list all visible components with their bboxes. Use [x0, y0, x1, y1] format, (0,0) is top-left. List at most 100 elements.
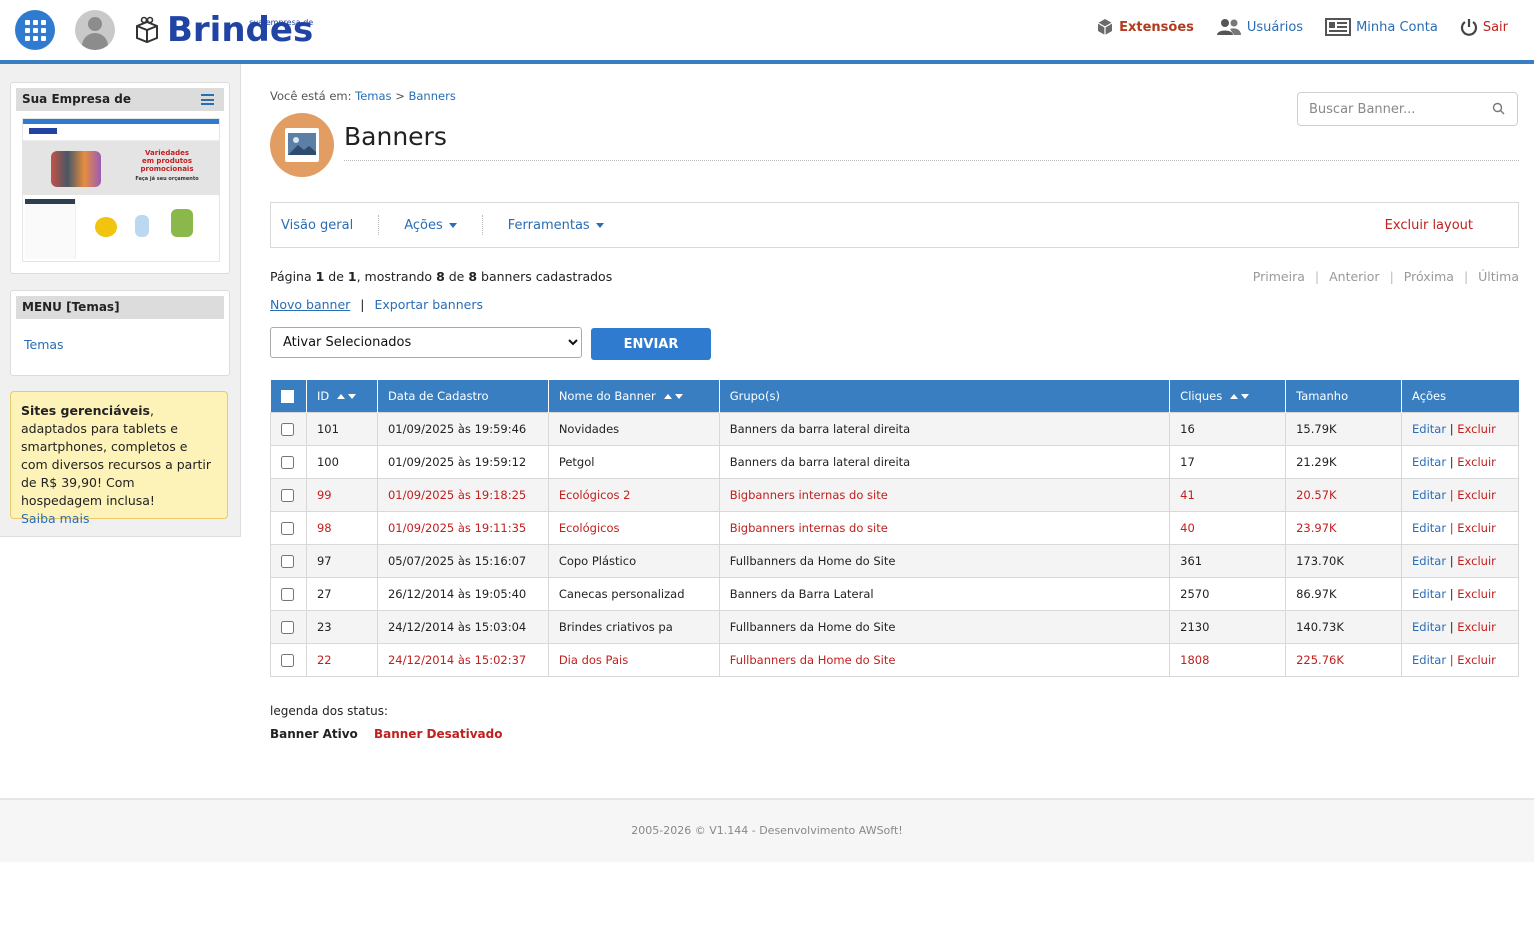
- delete-link[interactable]: Excluir: [1457, 488, 1496, 502]
- site-panel-header: Sua Empresa de: [16, 88, 224, 111]
- brand-tagline: sua empresa de: [249, 18, 314, 27]
- tab-overview[interactable]: Visão geral: [271, 218, 363, 233]
- nav-users[interactable]: Usuários: [1216, 18, 1303, 36]
- new-banner-link[interactable]: Novo banner: [270, 297, 350, 312]
- export-banners-link[interactable]: Exportar banners: [375, 297, 483, 312]
- cell-id: 99: [305, 477, 378, 512]
- cell-size: 20.57K: [1285, 477, 1403, 512]
- table-row: 100 01/09/2025 às 19:59:12 Petgol Banners d…: [270, 444, 1519, 479]
- send-button[interactable]: ENVIAR: [591, 328, 711, 360]
- legend-inactive: Banner Desativado: [373, 727, 503, 741]
- sort-icon[interactable]: [663, 393, 683, 399]
- delete-link[interactable]: Excluir: [1457, 587, 1496, 601]
- row-checkbox[interactable]: [281, 422, 294, 436]
- row-checkbox[interactable]: [281, 587, 294, 601]
- row-checkbox-cell: [270, 411, 307, 446]
- cell-date: 24/12/2014 às 15:03:04: [376, 609, 549, 644]
- select-all-checkbox[interactable]: [280, 389, 294, 403]
- search-input[interactable]: [1307, 93, 1491, 125]
- row-checkbox[interactable]: [281, 653, 294, 667]
- cell-name: Brindes criativos pa: [547, 609, 720, 644]
- row-checkbox-cell: [270, 510, 307, 545]
- delete-link[interactable]: Excluir: [1457, 455, 1496, 469]
- nav-logout[interactable]: Sair: [1460, 18, 1508, 36]
- sort-icon[interactable]: [1230, 393, 1250, 399]
- search-icon[interactable]: [1492, 102, 1505, 115]
- cell-group: Bigbanners internas do site: [718, 477, 1171, 512]
- edit-link[interactable]: Editar: [1412, 488, 1446, 502]
- bulk-action-select[interactable]: Ativar Selecionados: [270, 327, 582, 358]
- column-name[interactable]: Nome do Banner: [548, 380, 720, 412]
- banners-table: ID Data de Cadastro Nome do Banner Grupo…: [270, 380, 1519, 677]
- edit-link[interactable]: Editar: [1412, 587, 1446, 601]
- pager-last[interactable]: Última: [1478, 269, 1519, 284]
- theme-menu-panel: MENU [Temas] Temas: [10, 290, 230, 376]
- cell-id: 22: [305, 642, 378, 677]
- cell-name: Ecológicos: [547, 510, 720, 545]
- edit-link[interactable]: Editar: [1412, 620, 1446, 634]
- column-date: Data de Cadastro: [377, 380, 549, 412]
- cell-id: 97: [305, 543, 378, 578]
- delete-layout-button[interactable]: Excluir layout: [1375, 218, 1483, 233]
- select-all-header[interactable]: [270, 380, 307, 412]
- apps-grid-button[interactable]: [15, 10, 55, 50]
- caret-down-icon: [595, 222, 604, 228]
- edit-link[interactable]: Editar: [1412, 422, 1446, 436]
- logo[interactable]: Brindes sua empresa de: [133, 10, 313, 50]
- delete-link[interactable]: Excluir: [1457, 521, 1496, 535]
- edit-link[interactable]: Editar: [1412, 521, 1446, 535]
- cell-group: Fullbanners da Home do Site: [718, 642, 1171, 677]
- delete-link[interactable]: Excluir: [1457, 620, 1496, 634]
- cell-date: 01/09/2025 às 19:18:25: [376, 477, 549, 512]
- delete-link[interactable]: Excluir: [1457, 422, 1496, 436]
- cell-actions: Editar | Excluir: [1401, 576, 1519, 611]
- edit-link[interactable]: Editar: [1412, 653, 1446, 667]
- table-row: 101 01/09/2025 às 19:59:46 Novidades Banner…: [270, 411, 1519, 446]
- breadcrumb-temas[interactable]: Temas: [355, 89, 391, 103]
- promo-learn-more-link[interactable]: Saiba mais: [21, 511, 89, 526]
- breadcrumb-banners[interactable]: Banners: [409, 89, 456, 103]
- cell-actions: Editar | Excluir: [1401, 411, 1519, 446]
- tab-tools[interactable]: Ferramentas: [498, 218, 614, 233]
- delete-link[interactable]: Excluir: [1457, 554, 1496, 568]
- cell-actions: Editar | Excluir: [1401, 444, 1519, 479]
- cell-clicks: 2570: [1169, 576, 1287, 611]
- gift-box-icon: [136, 16, 158, 44]
- avatar[interactable]: [75, 10, 115, 50]
- cell-date: 26/12/2014 às 19:05:40: [376, 576, 549, 611]
- delete-link[interactable]: Excluir: [1457, 653, 1496, 667]
- column-actions: Ações: [1401, 380, 1519, 412]
- row-checkbox-cell: [270, 444, 307, 479]
- top-nav: Extensões Usuários Minha Conta Sair: [1096, 18, 1508, 36]
- column-id[interactable]: ID: [306, 380, 378, 412]
- pager-previous[interactable]: Anterior: [1329, 269, 1379, 284]
- list-actions: Novo banner | Exportar banners: [270, 297, 483, 312]
- cell-name: Ecológicos 2: [547, 477, 720, 512]
- cell-date: 05/07/2025 às 15:16:07: [376, 543, 549, 578]
- cell-name: Canecas personalizad: [547, 576, 720, 611]
- cell-actions: Editar | Excluir: [1401, 510, 1519, 545]
- row-checkbox[interactable]: [281, 521, 294, 535]
- sort-icon[interactable]: [337, 393, 357, 399]
- pager-first[interactable]: Primeira: [1253, 269, 1305, 284]
- pager-next[interactable]: Próxima: [1404, 269, 1454, 284]
- column-groups: Grupo(s): [719, 380, 1171, 412]
- edit-link[interactable]: Editar: [1412, 554, 1446, 568]
- column-clicks[interactable]: Cliques: [1169, 380, 1287, 412]
- tab-actions[interactable]: Ações: [394, 218, 467, 233]
- cell-date: 01/09/2025 às 19:11:35: [376, 510, 549, 545]
- search-box: [1297, 92, 1518, 126]
- sidebar-item-temas[interactable]: Temas: [24, 337, 64, 352]
- row-checkbox[interactable]: [281, 620, 294, 634]
- row-checkbox[interactable]: [281, 488, 294, 502]
- row-checkbox[interactable]: [281, 455, 294, 469]
- cell-id: 27: [305, 576, 378, 611]
- nav-my-account[interactable]: Minha Conta: [1325, 18, 1438, 36]
- edit-link[interactable]: Editar: [1412, 455, 1446, 469]
- nav-extensions[interactable]: Extensões: [1096, 18, 1194, 36]
- page-image-icon: [270, 113, 334, 177]
- hamburger-menu-icon[interactable]: [201, 94, 214, 105]
- cell-id: 23: [305, 609, 378, 644]
- site-thumbnail[interactable]: Variedades em produtos promocionais Faça…: [22, 118, 220, 262]
- row-checkbox[interactable]: [281, 554, 294, 568]
